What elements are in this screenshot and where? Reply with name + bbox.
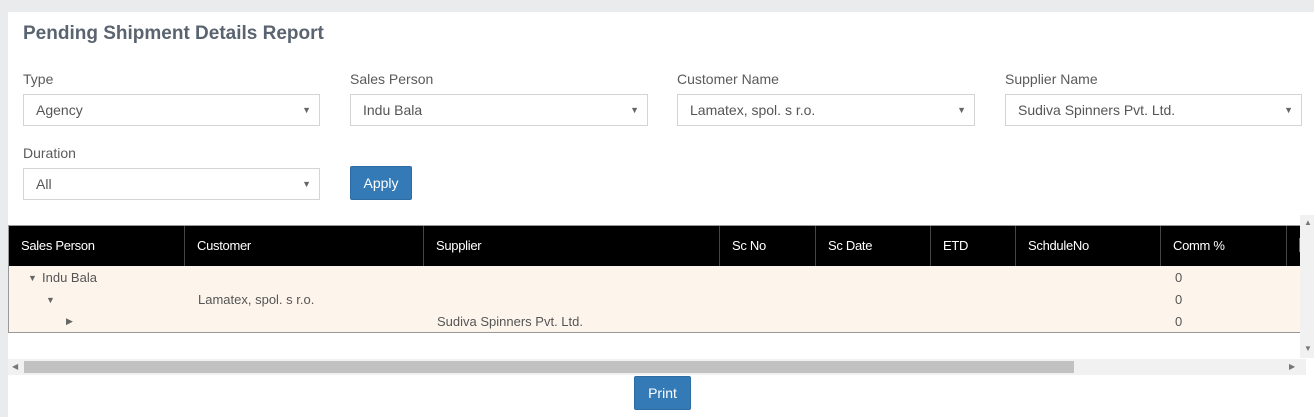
triangle-right-icon[interactable]: ▶ bbox=[66, 316, 73, 327]
print-button[interactable]: Print bbox=[634, 376, 691, 410]
scroll-up-icon[interactable]: ▲ bbox=[1304, 218, 1312, 227]
column-customer[interactable]: Customer bbox=[185, 226, 424, 266]
triangle-down-icon[interactable]: ▼ bbox=[46, 295, 55, 305]
vertical-scrollbar[interactable]: ▲ ▼ bbox=[1300, 215, 1314, 358]
sales-person-label: Sales Person bbox=[350, 71, 434, 87]
supplier-name-select[interactable]: Sudiva Spinners Pvt. Ltd. ▼ bbox=[1005, 94, 1302, 126]
scroll-left-icon[interactable]: ◀ bbox=[12, 362, 18, 371]
supplier-name-label: Supplier Name bbox=[1005, 71, 1098, 87]
scroll-right-icon[interactable]: ▶ bbox=[1289, 362, 1295, 371]
report-panel: Pending Shipment Details Report Type Age… bbox=[8, 12, 1314, 417]
supplier-name-select-value: Sudiva Spinners Pvt. Ltd. bbox=[1018, 102, 1176, 118]
triangle-down-icon[interactable]: ▼ bbox=[28, 273, 37, 283]
column-comm-percent[interactable]: Comm % bbox=[1161, 226, 1287, 266]
column-sales-person[interactable]: Sales Person bbox=[9, 226, 185, 266]
horizontal-scrollbar[interactable]: ◀ ▶ bbox=[8, 359, 1306, 375]
type-label: Type bbox=[23, 71, 54, 87]
scroll-down-icon[interactable]: ▼ bbox=[1304, 344, 1312, 353]
type-select-value: Agency bbox=[36, 102, 83, 118]
caret-down-icon: ▼ bbox=[1284, 105, 1293, 115]
page-title: Pending Shipment Details Report bbox=[23, 23, 324, 44]
customer-name-label: Customer Name bbox=[677, 71, 779, 87]
caret-down-icon: ▼ bbox=[302, 179, 311, 189]
comm-value: 0 bbox=[1175, 270, 1183, 285]
comm-value: 0 bbox=[1175, 314, 1183, 329]
column-sc-date[interactable]: Sc Date bbox=[816, 226, 931, 266]
column-supplier[interactable]: Supplier bbox=[424, 226, 720, 266]
column-etd[interactable]: ETD bbox=[931, 226, 1016, 266]
duration-select-value: All bbox=[36, 176, 52, 192]
horizontal-scroll-thumb[interactable] bbox=[24, 361, 1074, 373]
caret-down-icon: ▼ bbox=[957, 105, 966, 115]
caret-down-icon: ▼ bbox=[630, 105, 639, 115]
group-supplier: Sudiva Spinners Pvt. Ltd. bbox=[437, 314, 583, 329]
sales-person-select-value: Indu Bala bbox=[363, 102, 423, 118]
column-sc-no[interactable]: Sc No bbox=[720, 226, 816, 266]
column-schdule-no[interactable]: SchduleNo bbox=[1016, 226, 1161, 266]
sales-person-select[interactable]: Indu Bala ▼ bbox=[350, 94, 648, 126]
customer-name-select[interactable]: Lamatex, spol. s r.o. ▼ bbox=[677, 94, 975, 126]
duration-label: Duration bbox=[23, 145, 76, 161]
comm-value: 0 bbox=[1175, 292, 1183, 307]
duration-select[interactable]: All ▼ bbox=[23, 168, 320, 200]
type-select[interactable]: Agency ▼ bbox=[23, 94, 320, 126]
group-sales-person: Indu Bala bbox=[42, 270, 97, 285]
grid-header: Sales Person Customer Supplier Sc No Sc … bbox=[9, 226, 1303, 266]
customer-name-select-value: Lamatex, spol. s r.o. bbox=[690, 102, 816, 118]
group-customer: Lamatex, spol. s r.o. bbox=[198, 292, 315, 307]
apply-button[interactable]: Apply bbox=[350, 166, 412, 200]
report-grid: Sales Person Customer Supplier Sc No Sc … bbox=[8, 225, 1304, 333]
caret-down-icon: ▼ bbox=[302, 105, 311, 115]
